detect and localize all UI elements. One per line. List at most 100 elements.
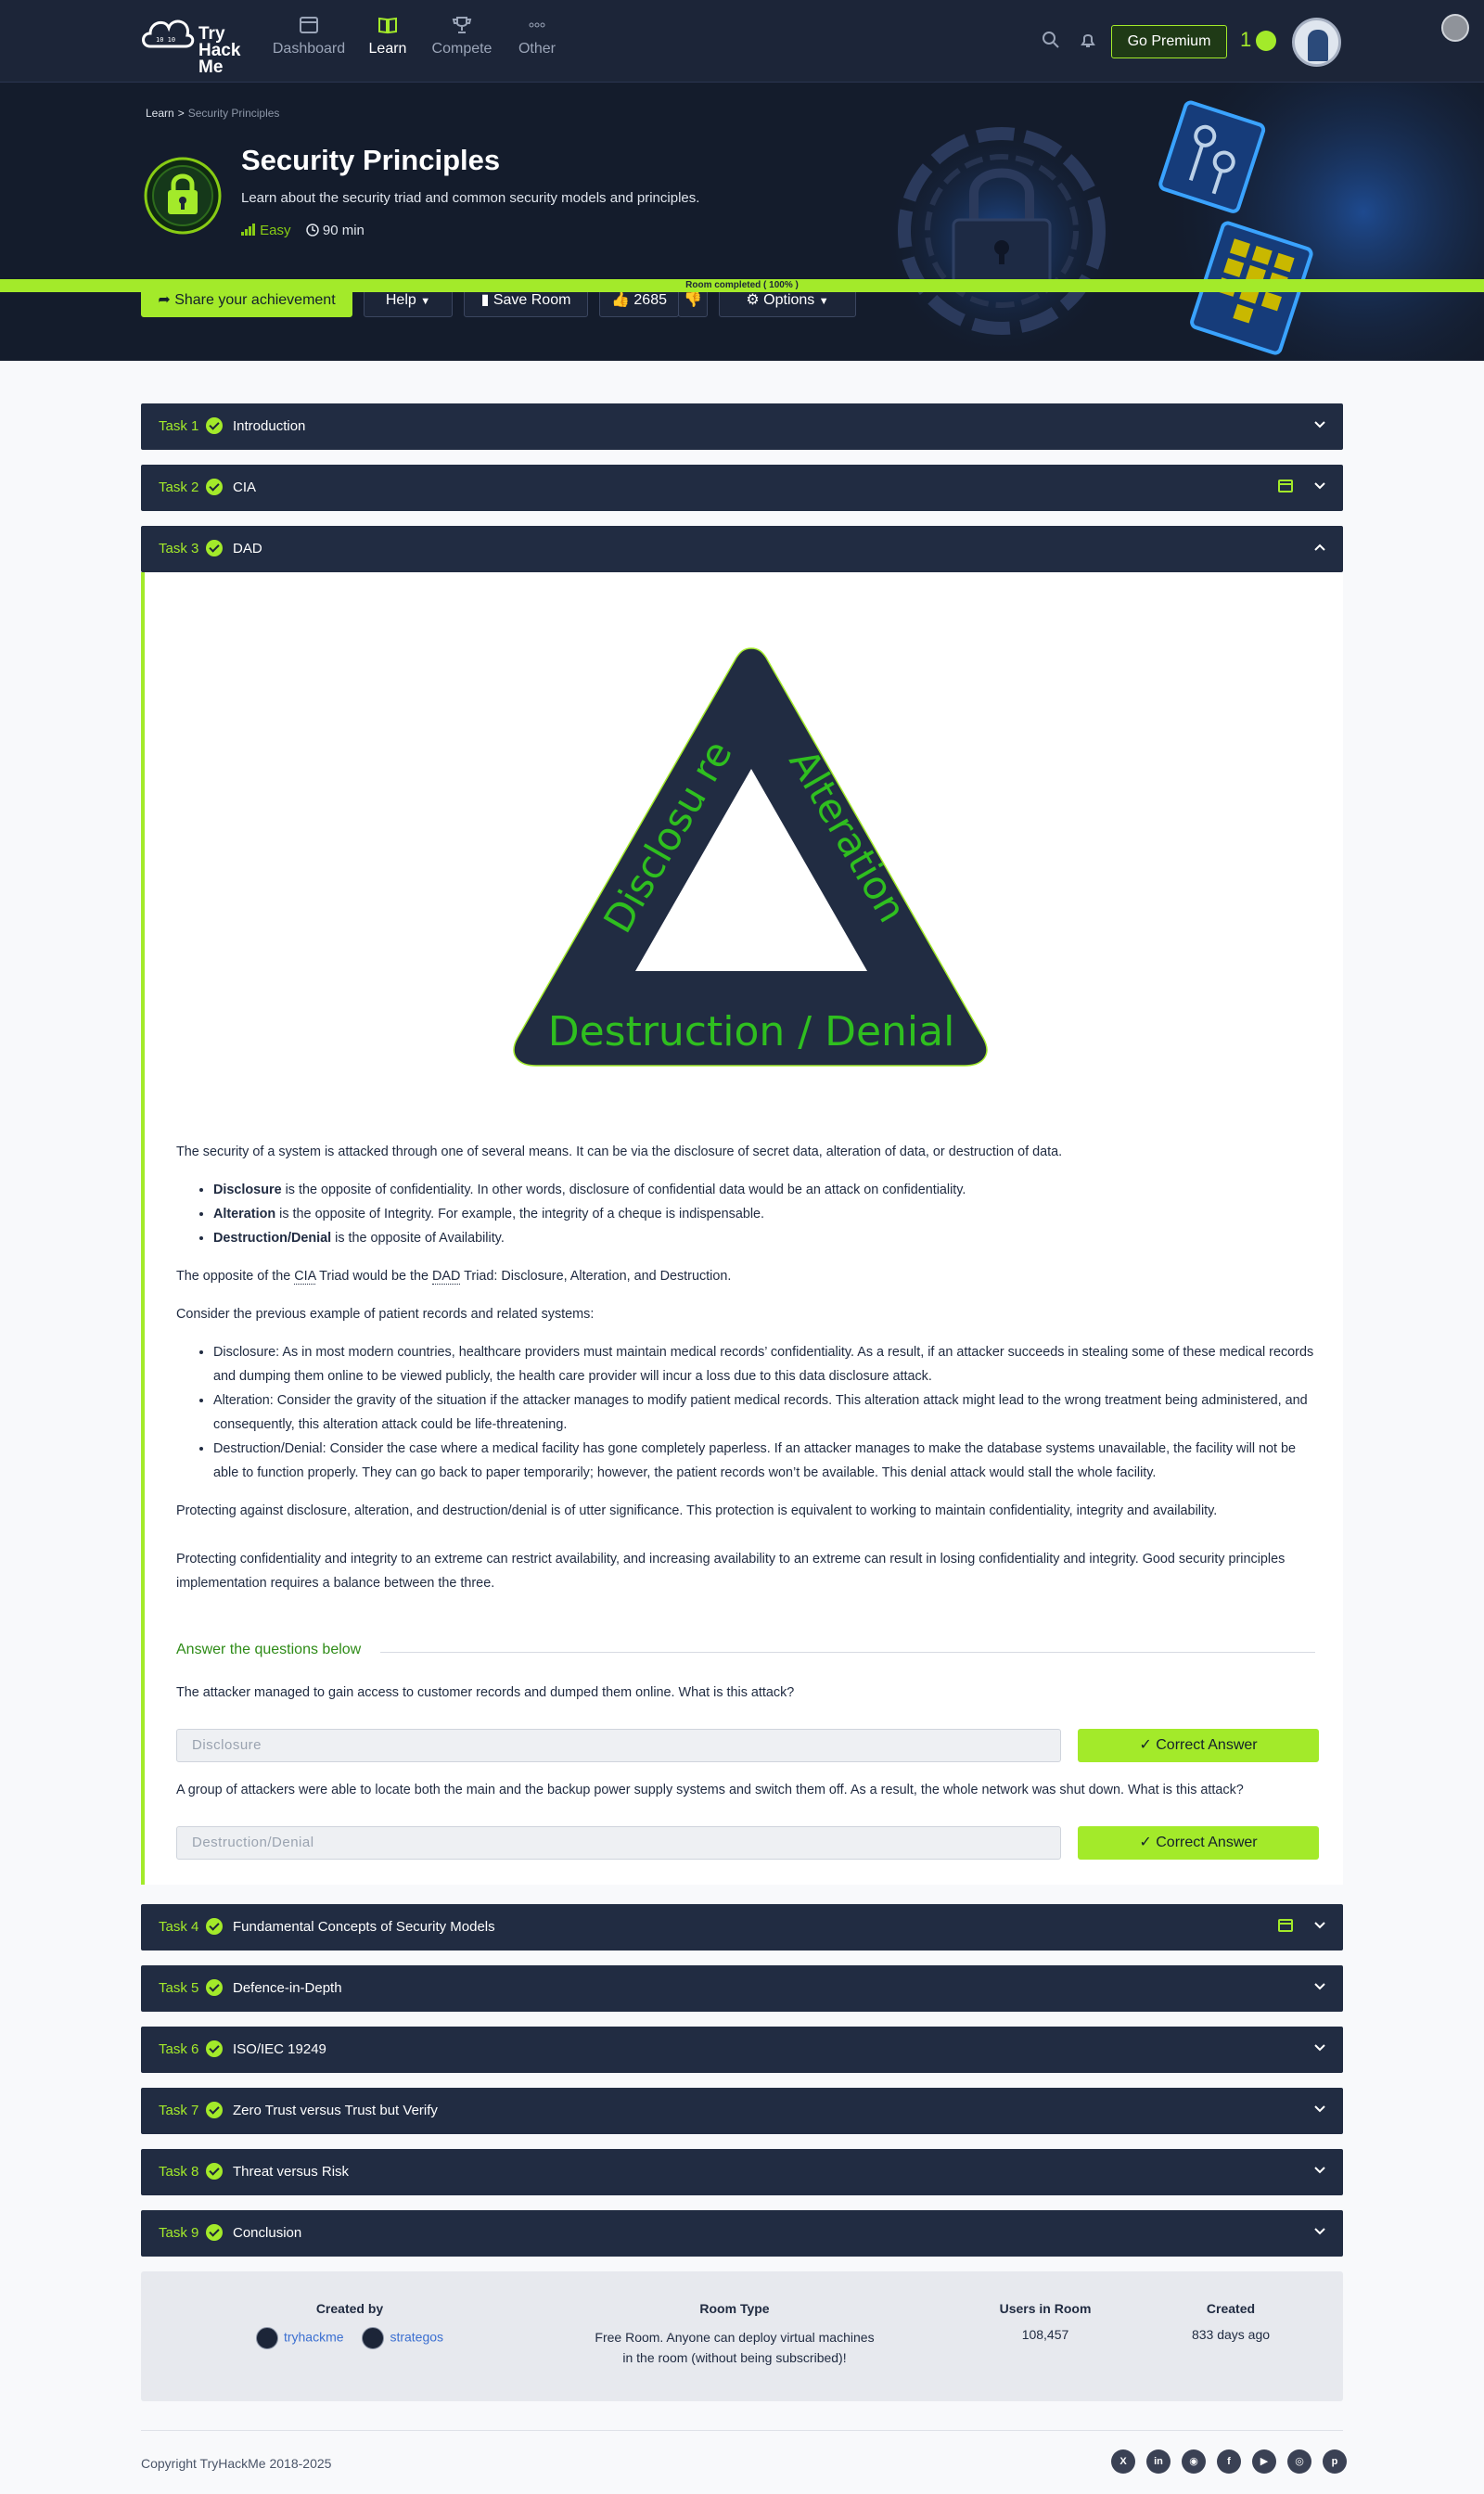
youtube-icon[interactable]: ▶ <box>1252 2449 1276 2474</box>
discord-icon[interactable]: ◉ <box>1182 2449 1206 2474</box>
instagram-icon[interactable]: ◎ <box>1287 2449 1311 2474</box>
room-info-panel: Created by tryhackme strategos Room Type… <box>141 2271 1343 2401</box>
task-header-4[interactable]: Task 4 Fundamental Concepts of Security … <box>141 1904 1343 1950</box>
users-heading: Users in Room <box>999 2301 1092 2316</box>
downloadable-files-icon[interactable] <box>1278 480 1293 492</box>
creator-avatar <box>362 2327 385 2349</box>
search-icon[interactable] <box>1042 31 1060 49</box>
task-number: Task 2 <box>159 480 199 495</box>
top-navbar: 10 10 Try Hack Me Dashboard Learn Compet… <box>0 0 1484 83</box>
task-name: CIA <box>233 480 257 495</box>
share-label: Share your achievement <box>174 292 336 308</box>
room-type-column: Room Type Free Room. Anyone can deploy v… <box>577 2301 892 2368</box>
tryhackme-logo[interactable]: 10 10 Try Hack Me <box>139 9 250 76</box>
pinterest-icon[interactable]: p <box>1323 2449 1347 2474</box>
nav-compete[interactable]: Compete <box>420 15 504 58</box>
thumbs-up-icon: 👍 <box>611 292 634 308</box>
trophy-icon <box>452 17 472 33</box>
save-room-label: Save Room <box>493 292 571 308</box>
x-icon[interactable]: X <box>1111 2449 1135 2474</box>
nav-learn[interactable]: Learn <box>346 15 429 58</box>
copyright-text: Copyright TryHackMe 2018-2025 <box>141 2456 332 2471</box>
creator-name: strategos <box>390 2329 444 2345</box>
nav-dashboard-label: Dashboard <box>272 41 346 57</box>
bell-icon[interactable] <box>1079 31 1097 49</box>
breadcrumb-separator: > <box>177 107 185 120</box>
task-name: Threat versus Risk <box>233 2164 350 2180</box>
avatar-figure <box>1308 30 1328 61</box>
facebook-icon[interactable]: f <box>1217 2449 1241 2474</box>
task-header-1[interactable]: Task 1 Introduction <box>141 403 1343 450</box>
list-item: Alteration: Consider the gravity of the … <box>213 1388 1315 1437</box>
linkedin-icon[interactable]: in <box>1146 2449 1171 2474</box>
task-number: Task 9 <box>159 2225 199 2241</box>
nav-other[interactable]: Other <box>495 15 579 58</box>
flame-icon <box>1256 31 1276 51</box>
users-count: 108,457 <box>1021 2327 1069 2342</box>
correct-answer-2-button[interactable]: ✓ Correct Answer <box>1078 1826 1319 1860</box>
opposite-paragraph: The opposite of the CIA Triad would be t… <box>176 1264 1315 1288</box>
list-item: Destruction/Denial is the opposite of Av… <box>213 1226 1315 1250</box>
task-name: Defence-in-Depth <box>233 1980 342 1996</box>
answer-2-field[interactable]: Destruction/Denial <box>176 1826 1061 1860</box>
difficulty-label: Easy <box>260 223 291 238</box>
definition: is the opposite of Availability. <box>331 1231 505 1246</box>
task-complete-icon <box>206 2163 223 2180</box>
cloud-logo-icon: 10 10 <box>142 19 195 48</box>
task-header-9[interactable]: Task 9 Conclusion <box>141 2210 1343 2257</box>
creator-name: tryhackme <box>283 2329 344 2345</box>
duration-label: 90 min <box>322 223 365 238</box>
floating-circle-button[interactable] <box>1441 14 1469 42</box>
term: Destruction/Denial <box>213 1231 332 1246</box>
task-number: Task 3 <box>159 541 199 556</box>
task-complete-icon <box>206 417 223 434</box>
text: Triad: Disclosure, Alteration, and Destr… <box>460 1269 732 1284</box>
room-progress-bar: Room completed ( 100% ) <box>0 279 1484 292</box>
task-complete-icon <box>206 479 223 495</box>
chevron-down-icon <box>1314 482 1325 490</box>
nav-learn-label: Learn <box>368 41 407 57</box>
task-header-5[interactable]: Task 5 Defence-in-Depth <box>141 1965 1343 2012</box>
task-header-6[interactable]: Task 6 ISO/IEC 19249 <box>141 2027 1343 2073</box>
correct-answer-label: Correct Answer <box>1156 1835 1258 1850</box>
term: Disclosure <box>213 1183 282 1197</box>
creator-link[interactable]: tryhackme <box>255 2327 344 2349</box>
difficulty-bars-icon <box>241 224 255 236</box>
list-item: Disclosure is the opposite of confidenti… <box>213 1178 1315 1202</box>
list-item: Disclosure: As in most modern countries,… <box>213 1340 1315 1388</box>
thumbs-down-icon: 👎 <box>684 292 702 308</box>
options-label: Options <box>763 292 815 308</box>
task-complete-icon <box>206 540 223 556</box>
caret-down-icon: ▼ <box>818 296 829 307</box>
task-header-3[interactable]: Task 3 DAD <box>141 526 1343 572</box>
go-premium-button[interactable]: Go Premium <box>1111 25 1227 58</box>
task-name: ISO/IEC 19249 <box>233 2041 326 2057</box>
breadcrumb-learn-link[interactable]: Learn <box>146 107 174 120</box>
room-hero: Learn > Security Principles Security Princ… <box>0 83 1484 361</box>
hero-lock-illustration <box>835 83 1484 361</box>
dad-triad-diagram: Disclosu re Alteration Destruction / Den… <box>513 647 988 1067</box>
task-number: Task 4 <box>159 1919 199 1935</box>
chevron-up-icon <box>1314 544 1325 551</box>
task-header-8[interactable]: Task 8 Threat versus Risk <box>141 2149 1343 2195</box>
task-header-7[interactable]: Task 7 Zero Trust versus Trust but Verif… <box>141 2088 1343 2134</box>
cia-abbreviation: CIA <box>294 1269 316 1285</box>
task-complete-icon <box>206 1918 223 1935</box>
breadcrumb-current: Security Principles <box>187 107 280 120</box>
room-type-heading: Room Type <box>699 2301 770 2316</box>
user-avatar[interactable] <box>1292 18 1341 67</box>
chevron-down-icon <box>1314 1983 1325 1990</box>
answers-title-text: Answer the questions below <box>176 1642 362 1657</box>
task-header-2[interactable]: Task 2 CIA <box>141 465 1343 511</box>
downloadable-files-icon[interactable] <box>1278 1919 1293 1932</box>
check-icon: ✓ <box>1139 1835 1157 1850</box>
correct-answer-1-button[interactable]: ✓ Correct Answer <box>1078 1729 1319 1762</box>
creator-link[interactable]: strategos <box>362 2327 443 2349</box>
answer-1-field[interactable]: Disclosure <box>176 1729 1061 1762</box>
room-type-line-2: in the room (without being subscribed)! <box>622 2350 847 2365</box>
text: Triad would be the <box>315 1269 433 1284</box>
nav-dashboard[interactable]: Dashboard <box>267 15 351 58</box>
balance-paragraph: Protecting confidentiality and integrity… <box>176 1552 1286 1591</box>
consider-paragraph: Consider the previous example of patient… <box>176 1307 595 1322</box>
bookmark-icon: ▮ <box>480 292 493 308</box>
